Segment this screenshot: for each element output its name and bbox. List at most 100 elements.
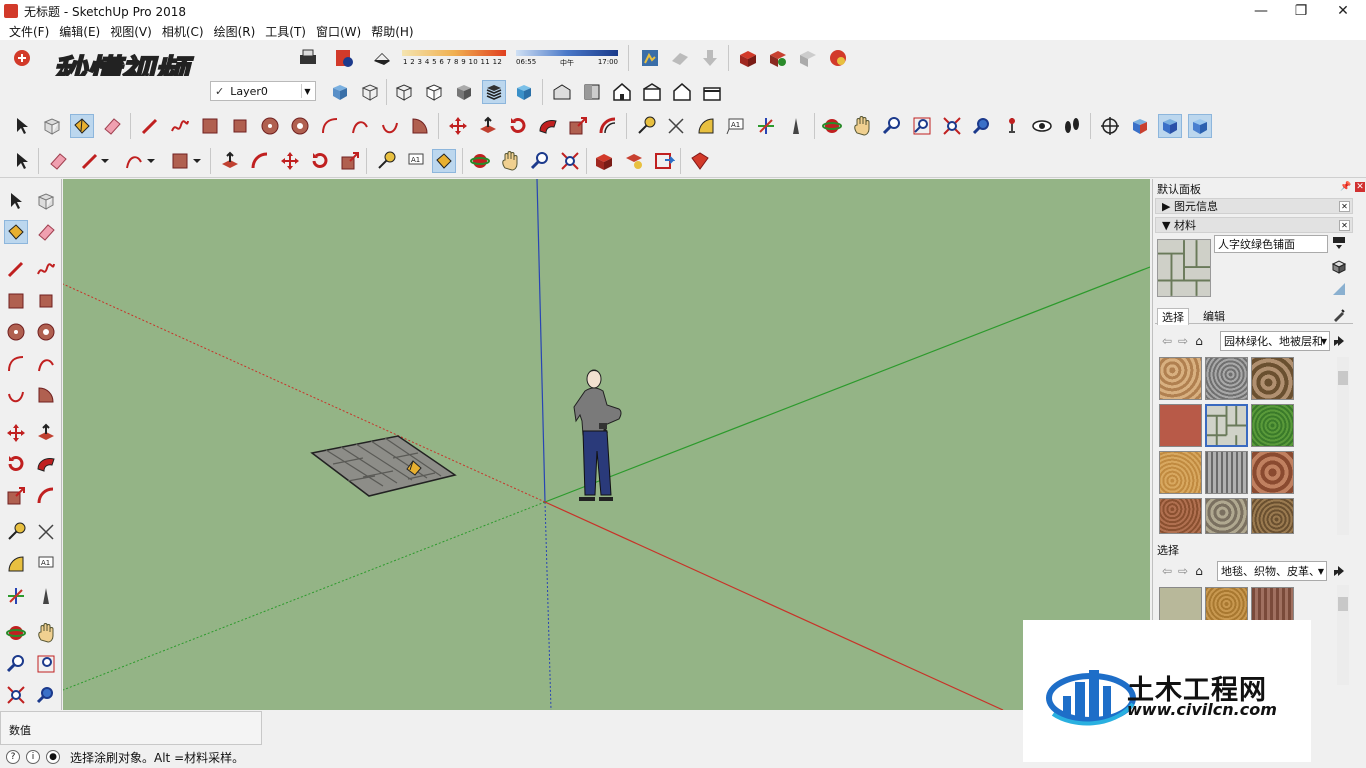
scale-tool-icon[interactable] (4, 484, 28, 508)
material-library-dropdown[interactable]: 园林绿化、地被层和 ▼ (1220, 331, 1330, 351)
material-swatch[interactable] (1159, 587, 1202, 621)
back-edges-icon[interactable] (358, 80, 382, 104)
rectangle-tool-icon[interactable] (4, 289, 28, 313)
rectangle-tool-icon[interactable] (198, 114, 222, 138)
close-icon[interactable]: ✕ (1339, 220, 1350, 231)
material-swatch[interactable] (1205, 587, 1248, 621)
menu-help[interactable]: 帮助(H) (366, 23, 418, 40)
create-material-icon[interactable] (1331, 259, 1347, 275)
close-icon[interactable]: ✕ (1355, 182, 1365, 192)
freehand-tool-icon[interactable] (34, 257, 58, 281)
select-tool-icon[interactable] (10, 114, 34, 138)
paint-bucket-tool-icon[interactable] (4, 220, 28, 244)
back-view-icon[interactable] (670, 80, 694, 104)
3d-warehouse-icon[interactable] (736, 46, 760, 70)
monochrome-icon[interactable] (512, 80, 536, 104)
select-tool-icon[interactable] (10, 149, 34, 173)
back-arrow-icon[interactable]: ⇦ (1159, 563, 1175, 579)
top-view-icon[interactable] (580, 80, 604, 104)
material-swatch[interactable] (1251, 451, 1294, 494)
forward-arrow-icon[interactable]: ⇨ (1175, 563, 1191, 579)
geo-location-status-icon[interactable]: ? (6, 750, 20, 764)
display-section-cuts-icon[interactable] (1158, 114, 1182, 138)
menu-view[interactable]: 视图(V) (105, 23, 157, 40)
previous-view-icon[interactable] (970, 114, 994, 138)
shaded-textures-icon[interactable] (482, 80, 506, 104)
two-point-arc-icon[interactable] (348, 114, 372, 138)
materials-panel-header[interactable]: ▼ 材料 ✕ (1155, 217, 1353, 233)
pan-tool-icon[interactable] (850, 114, 874, 138)
paint-bucket-tool-icon[interactable] (432, 149, 456, 173)
home-icon[interactable]: ⌂ (1191, 333, 1207, 349)
forward-arrow-icon[interactable]: ⇨ (1175, 333, 1191, 349)
wireframe-icon[interactable] (392, 80, 416, 104)
3d-warehouse-icon[interactable] (592, 149, 616, 173)
rotated-rectangle-icon[interactable] (34, 289, 58, 313)
pan-tool-icon[interactable] (498, 149, 522, 173)
orbit-tool-icon[interactable] (4, 621, 28, 645)
eraser-tool-icon[interactable] (100, 114, 124, 138)
material-swatch[interactable] (1251, 404, 1294, 447)
walk-tool-icon[interactable] (1060, 114, 1084, 138)
material-swatch[interactable] (1251, 498, 1294, 534)
details-arrow-icon[interactable] (1331, 333, 1347, 349)
display-section-fill-icon[interactable] (1188, 114, 1212, 138)
rotate-tool-icon[interactable] (506, 114, 530, 138)
pin-icon[interactable]: 📌 (1340, 182, 1351, 192)
line-tool-icon[interactable] (4, 257, 28, 281)
paint-bucket-tool-icon[interactable] (70, 114, 94, 138)
shadow-settings-icon[interactable] (370, 46, 394, 70)
extension-manager-icon[interactable] (688, 149, 712, 173)
shadow-time-slider[interactable]: 06:55 中午 17:00 (514, 48, 620, 70)
terrain-icon[interactable] (668, 46, 692, 70)
tape-measure-icon[interactable] (634, 114, 658, 138)
polygon-tool-icon[interactable] (34, 320, 58, 344)
minimize-button[interactable]: — (1240, 0, 1282, 22)
freehand-tool-icon[interactable] (168, 114, 192, 138)
zoom-tool-icon[interactable] (528, 149, 552, 173)
pie-tool-icon[interactable] (34, 383, 58, 407)
shadow-date-slider[interactable]: 1 2 3 4 5 6 7 8 9 10 11 12 (400, 48, 512, 70)
tape-measure-icon[interactable] (374, 149, 398, 173)
make-component-icon[interactable] (40, 114, 64, 138)
zoom-tool-icon[interactable] (880, 114, 904, 138)
material-preview-swatch[interactable] (1157, 239, 1211, 297)
axes-tool-icon[interactable] (754, 114, 778, 138)
left-view-icon[interactable] (700, 80, 724, 104)
model-viewport[interactable] (63, 179, 1150, 710)
orbit-tool-icon[interactable] (468, 149, 492, 173)
previous-view-icon[interactable] (34, 683, 58, 707)
material-swatch[interactable] (1159, 357, 1202, 400)
model-info-icon[interactable] (332, 46, 356, 70)
rotate-tool-icon[interactable] (4, 452, 28, 476)
back-arrow-icon[interactable]: ⇦ (1159, 333, 1175, 349)
push-pull-tool-icon[interactable] (476, 114, 500, 138)
right-view-icon[interactable] (640, 80, 664, 104)
scale-tool-icon[interactable] (566, 114, 590, 138)
circle-tool-icon[interactable] (258, 114, 282, 138)
zoom-window-icon[interactable] (34, 652, 58, 676)
rotate-tool-icon[interactable] (308, 149, 332, 173)
offset-tool-icon[interactable] (34, 484, 58, 508)
tape-measure-icon[interactable] (4, 520, 28, 544)
material-swatch[interactable] (1205, 498, 1248, 534)
share-model-icon[interactable] (766, 46, 790, 70)
print-icon[interactable] (296, 46, 320, 70)
circle-tool-icon[interactable] (4, 320, 28, 344)
chevron-down-icon[interactable] (144, 149, 158, 173)
xray-icon[interactable] (328, 80, 352, 104)
push-pull-tool-icon[interactable] (34, 421, 58, 445)
select-tool-icon[interactable] (4, 189, 28, 213)
3d-text-icon[interactable] (784, 114, 808, 138)
new-file-icon[interactable] (10, 46, 34, 70)
dimension-tool-icon[interactable] (664, 114, 688, 138)
protractor-icon[interactable] (4, 552, 28, 576)
secondary-swatch-scrollbar[interactable] (1337, 585, 1349, 685)
menu-file[interactable]: 文件(F) (4, 23, 54, 40)
maximize-button[interactable]: ❐ (1280, 0, 1322, 22)
paved-rectangle[interactable] (310, 435, 457, 497)
material-swatch[interactable] (1251, 587, 1294, 621)
iso-view-icon[interactable] (550, 80, 574, 104)
arc-tool-icon[interactable] (4, 352, 28, 376)
polygon-tool-icon[interactable] (288, 114, 312, 138)
